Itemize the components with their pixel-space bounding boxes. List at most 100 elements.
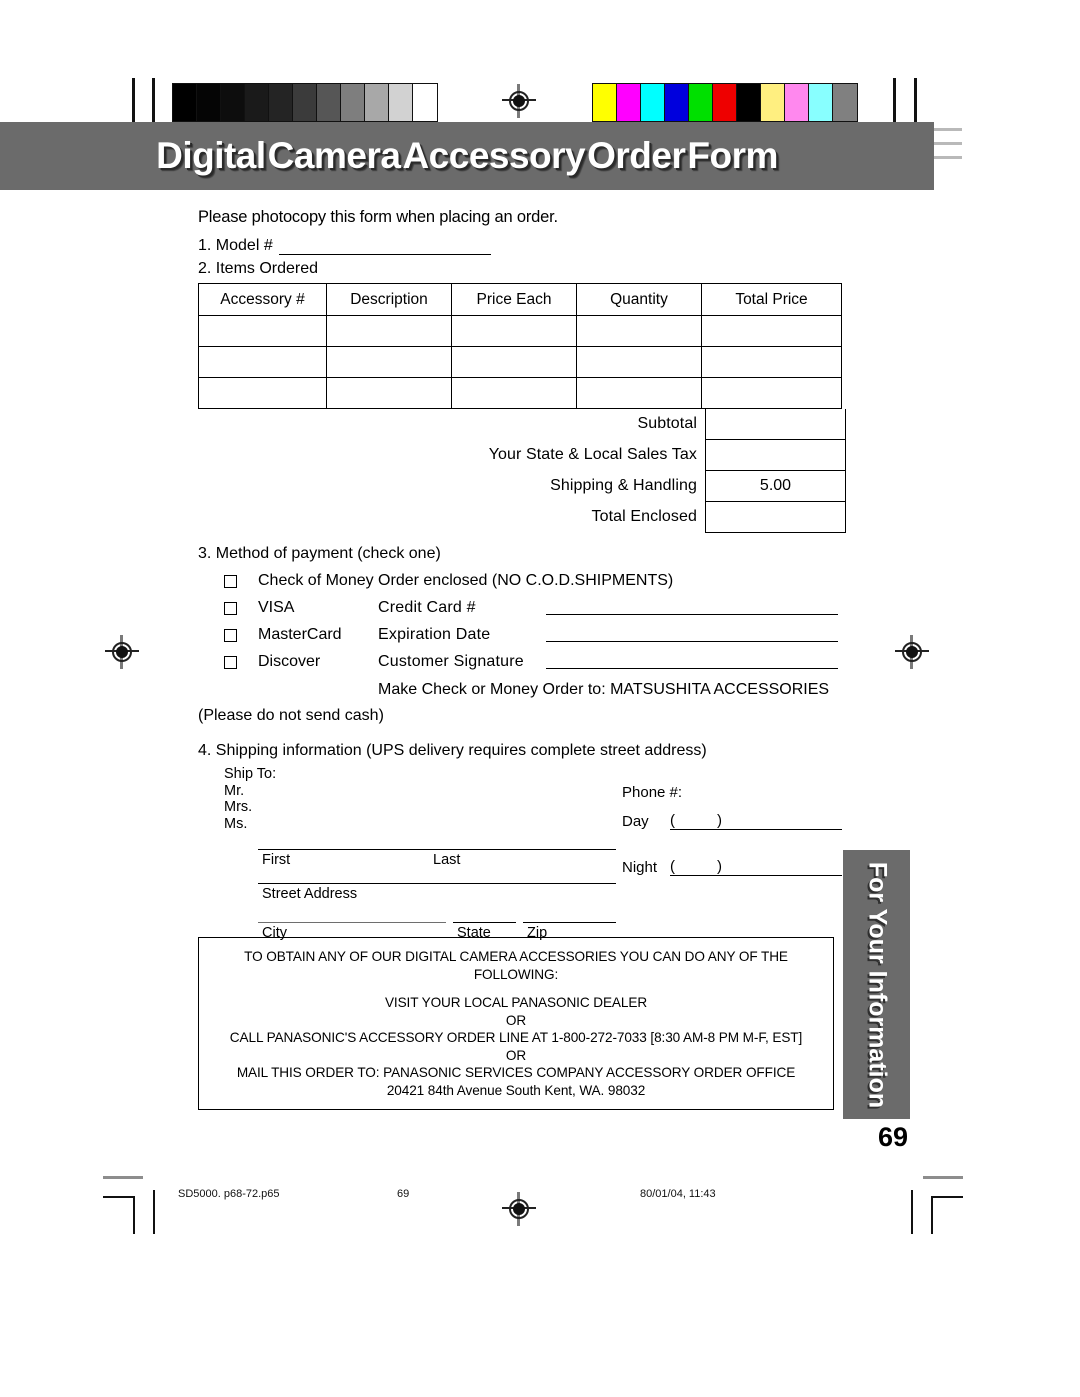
grayscale-swatch bbox=[269, 84, 293, 121]
payment-option-row: Discover Customer Signature bbox=[198, 653, 838, 671]
phone-night-number-input[interactable] bbox=[722, 860, 842, 876]
payment-option-row: VISA Credit Card # bbox=[198, 599, 838, 617]
info-box-line: MAIL THIS ORDER TO: PANASONIC SERVICES C… bbox=[236, 1065, 796, 1080]
payment-field-input[interactable] bbox=[546, 655, 838, 669]
payment-field-label: Customer Signature bbox=[378, 653, 524, 670]
shipping-name-block: Ship To: Mr. Mrs. Ms. bbox=[224, 766, 616, 832]
phone-day-areacode-input[interactable]: ( ) bbox=[670, 812, 722, 830]
title-mrs-label: Mrs. bbox=[224, 799, 253, 815]
color-swatch bbox=[785, 84, 809, 121]
zip-input[interactable] bbox=[523, 922, 616, 923]
table-cell-input[interactable] bbox=[198, 377, 327, 409]
totals-row: Your State & Local Sales Tax bbox=[198, 439, 846, 471]
phone-day-number-input[interactable] bbox=[722, 814, 842, 830]
phone-block: Phone #: Day ( ) Night ( ) bbox=[622, 784, 842, 876]
crop-mark-bottom-right-h1 bbox=[923, 1176, 963, 1179]
checkbox[interactable] bbox=[224, 628, 237, 642]
totals-row: Total Enclosed bbox=[198, 501, 846, 533]
totals-value-input[interactable] bbox=[705, 501, 846, 533]
table-cell-input[interactable] bbox=[198, 346, 327, 378]
grayscale-calibration-strip bbox=[172, 83, 438, 122]
table-cell-input[interactable] bbox=[701, 346, 842, 378]
table-cell-input[interactable] bbox=[451, 377, 577, 409]
items-ordered-label-row: 2. Items Ordered bbox=[198, 260, 838, 278]
table-cell-input[interactable] bbox=[576, 346, 702, 378]
checkbox[interactable] bbox=[224, 655, 237, 669]
checkbox[interactable] bbox=[224, 574, 237, 588]
payment-option-label: MasterCard bbox=[258, 626, 342, 643]
table-cell-input[interactable] bbox=[451, 346, 577, 378]
header-band: DigitalCameraAccessoryOrderForm bbox=[0, 122, 934, 190]
form-content: Please photocopy this form when placing … bbox=[198, 208, 846, 1110]
color-swatch bbox=[689, 84, 713, 121]
totals-value-input[interactable]: 5.00 bbox=[705, 470, 846, 502]
city-input[interactable] bbox=[258, 922, 446, 923]
table-cell-input[interactable] bbox=[326, 346, 452, 378]
phone-night-label: Night bbox=[622, 859, 658, 876]
payment-field-input[interactable] bbox=[546, 628, 838, 642]
scanned-page: DigitalCameraAccessoryOrderForm Please p… bbox=[0, 0, 1080, 1397]
table-cell-input[interactable] bbox=[451, 315, 577, 347]
page-number: 69 bbox=[877, 1122, 908, 1152]
totals-value-input[interactable] bbox=[705, 439, 846, 471]
checkbox[interactable] bbox=[224, 601, 237, 615]
color-swatch bbox=[617, 84, 641, 121]
footer-timestamp: 80/01/04, 11:43 bbox=[640, 1188, 716, 1200]
totals-label: Subtotal bbox=[637, 415, 697, 433]
payment-option-row: Check of Money Order enclosed (NO C.O.D.… bbox=[198, 572, 838, 590]
no-cash-note: (Please do not send cash) bbox=[198, 707, 384, 724]
column-header: Quantity bbox=[576, 283, 702, 316]
phone-night-areacode-input[interactable]: ( ) bbox=[670, 858, 722, 876]
table-cell-input[interactable] bbox=[326, 377, 452, 409]
grayscale-swatch bbox=[389, 84, 413, 121]
totals-value-input[interactable] bbox=[705, 409, 846, 440]
info-box-line: VISIT YOUR LOCAL PANASONIC DEALER bbox=[384, 995, 648, 1010]
table-cell-input[interactable] bbox=[326, 315, 452, 347]
payment-field-label: Credit Card # bbox=[378, 599, 476, 616]
print-footer: SD5000. p68-72.p65 69 80/01/04, 11:43 bbox=[0, 1188, 1080, 1210]
info-box-line: 20421 84th Avenue South Kent, WA. 98032 bbox=[386, 1082, 646, 1098]
table-cell-input[interactable] bbox=[701, 377, 842, 409]
shipping-block: Ship To: Mr. Mrs. Ms. First Last Street … bbox=[198, 766, 842, 941]
phone-day-label: Day bbox=[622, 813, 649, 830]
model-number-label: 1. Model # bbox=[198, 237, 273, 254]
totals-row: Subtotal bbox=[198, 409, 846, 440]
totals-label: Shipping & Handling bbox=[550, 477, 697, 494]
table-cell-input[interactable] bbox=[576, 315, 702, 347]
first-name-caption: First bbox=[262, 852, 291, 868]
title-ms-label: Ms. bbox=[224, 815, 248, 832]
title-word: Accessory bbox=[402, 135, 586, 176]
street-address-input[interactable] bbox=[258, 883, 616, 884]
section-tab-for-your-information: For Your Information bbox=[843, 850, 910, 1119]
totals-label: Total Enclosed bbox=[591, 508, 697, 525]
grayscale-swatch bbox=[317, 84, 341, 121]
model-number-input[interactable] bbox=[278, 238, 491, 255]
payment-option-label: Discover bbox=[258, 653, 321, 670]
state-caption: State bbox=[457, 925, 491, 941]
column-header: Total Price bbox=[701, 283, 842, 316]
color-swatch bbox=[593, 84, 617, 121]
table-cell-input[interactable] bbox=[198, 315, 327, 347]
phone-day-row: Day ( ) bbox=[622, 812, 842, 830]
payment-field-input[interactable] bbox=[546, 601, 838, 615]
grayscale-swatch bbox=[221, 84, 245, 121]
table-cell-input[interactable] bbox=[576, 377, 702, 409]
grayscale-swatch bbox=[413, 84, 437, 121]
photocopy-instruction: Please photocopy this form when placing … bbox=[198, 208, 558, 226]
ship-to-label: Ship To: bbox=[224, 766, 277, 782]
color-swatch bbox=[809, 84, 833, 121]
last-name-caption: Last bbox=[433, 852, 461, 868]
items-ordered-label: 2. Items Ordered bbox=[198, 260, 319, 277]
name-input[interactable] bbox=[258, 849, 616, 850]
info-box-line: OR bbox=[505, 1047, 527, 1063]
section-tab-label: For Your Information bbox=[863, 861, 891, 1108]
make-check-note: Make Check or Money Order to: MATSUSHITA… bbox=[378, 681, 830, 698]
info-box-line: FOLLOWING: bbox=[473, 966, 559, 982]
grayscale-swatch bbox=[293, 84, 317, 121]
table-row bbox=[198, 377, 842, 409]
payment-heading: 3. Method of payment (check one) bbox=[198, 545, 441, 562]
table-cell-input[interactable] bbox=[701, 315, 842, 347]
state-input[interactable] bbox=[453, 922, 516, 923]
table-row bbox=[198, 346, 842, 378]
paren-open-night: ( bbox=[670, 858, 675, 875]
